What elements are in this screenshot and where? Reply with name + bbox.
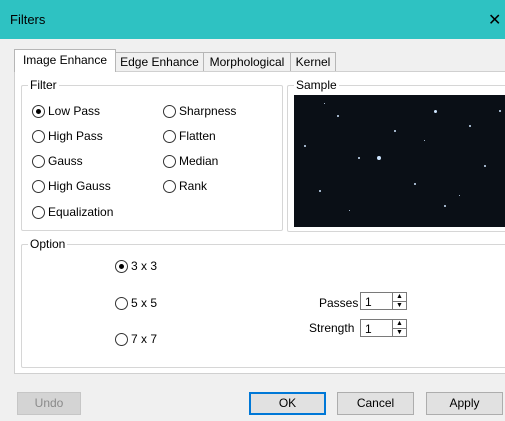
radio-label: 5 x 5 — [131, 296, 158, 310]
radio-size-5x5[interactable]: 5 x 5 — [115, 296, 157, 310]
passes-label: Passes — [319, 296, 359, 310]
radio-label: 7 x 7 — [131, 332, 158, 346]
radio-circle — [32, 154, 45, 168]
title-bar: Filters ✕ — [0, 0, 505, 39]
option-group: Option 3 x 3 5 x 5 7 x 7 Passes 1 ▲ ▼ St… — [21, 237, 505, 368]
tab-edge-enhance[interactable]: Edge Enhance — [115, 52, 204, 71]
passes-arrows[interactable]: ▲ ▼ — [393, 292, 407, 310]
passes-input[interactable]: 1 — [360, 292, 393, 310]
radio-label: Flatten — [179, 129, 216, 143]
radio-size-7x7[interactable]: 7 x 7 — [115, 332, 157, 346]
strength-input[interactable]: 1 — [360, 319, 393, 337]
filter-group: Filter Low Pass High Pass Gauss High Gau… — [21, 78, 283, 231]
radio-size-3x3[interactable]: 3 x 3 — [115, 259, 157, 273]
strength-spinner[interactable]: 1 ▲ ▼ — [360, 319, 407, 337]
radio-circle — [32, 205, 45, 219]
radio-circle — [163, 104, 176, 118]
close-icon[interactable]: ✕ — [488, 10, 501, 30]
apply-button[interactable]: Apply — [426, 392, 503, 415]
radio-circle — [32, 104, 45, 118]
radio-circle — [163, 179, 176, 193]
radio-flatten[interactable]: Flatten — [163, 129, 216, 143]
radio-label: High Gauss — [48, 179, 111, 193]
tab-panel: Filter Low Pass High Pass Gauss High Gau… — [14, 71, 505, 374]
tab-image-enhance[interactable]: Image Enhance — [14, 49, 116, 72]
dialog-body: Image Enhance Edge Enhance Morphological… — [0, 39, 505, 421]
passes-spinner[interactable]: 1 ▲ ▼ — [360, 292, 407, 310]
radio-circle — [115, 332, 128, 346]
radio-circle — [163, 129, 176, 143]
radio-gauss[interactable]: Gauss — [32, 154, 83, 168]
sample-group-label: Sample — [294, 78, 339, 92]
undo-button[interactable]: Undo — [17, 392, 81, 415]
radio-median[interactable]: Median — [163, 154, 218, 168]
cancel-button[interactable]: Cancel — [337, 392, 414, 415]
radio-label: Gauss — [48, 154, 83, 168]
filter-group-label: Filter — [28, 78, 59, 92]
spin-down-icon[interactable]: ▼ — [393, 301, 406, 310]
radio-label: Low Pass — [48, 104, 101, 118]
radio-label: Equalization — [48, 205, 114, 219]
spin-up-icon[interactable]: ▲ — [393, 293, 406, 301]
radio-circle — [32, 179, 45, 193]
window-title: Filters — [10, 12, 46, 27]
radio-circle — [115, 296, 128, 310]
radio-sharpness[interactable]: Sharpness — [163, 104, 236, 118]
radio-label: Sharpness — [179, 104, 237, 118]
ok-button[interactable]: OK — [249, 392, 326, 415]
spin-up-icon[interactable]: ▲ — [393, 320, 406, 328]
radio-rank[interactable]: Rank — [163, 179, 207, 193]
radio-label: Median — [179, 154, 219, 168]
tab-kernel[interactable]: Kernel — [290, 52, 336, 71]
sample-group: Sample — [287, 78, 505, 232]
radio-label: 3 x 3 — [131, 259, 158, 273]
radio-label: Rank — [179, 179, 208, 193]
option-group-label: Option — [28, 237, 68, 251]
radio-equalization[interactable]: Equalization — [32, 205, 113, 219]
strength-label: Strength — [309, 321, 355, 335]
radio-low-pass[interactable]: Low Pass — [32, 104, 100, 118]
radio-circle — [115, 259, 128, 273]
radio-high-gauss[interactable]: High Gauss — [32, 179, 111, 193]
radio-label: High Pass — [48, 129, 103, 143]
strength-arrows[interactable]: ▲ ▼ — [393, 319, 407, 337]
radio-circle — [163, 154, 176, 168]
sample-image — [294, 95, 505, 227]
tab-morphological[interactable]: Morphological — [203, 52, 291, 71]
radio-circle — [32, 129, 45, 143]
radio-high-pass[interactable]: High Pass — [32, 129, 103, 143]
spin-down-icon[interactable]: ▼ — [393, 328, 406, 337]
